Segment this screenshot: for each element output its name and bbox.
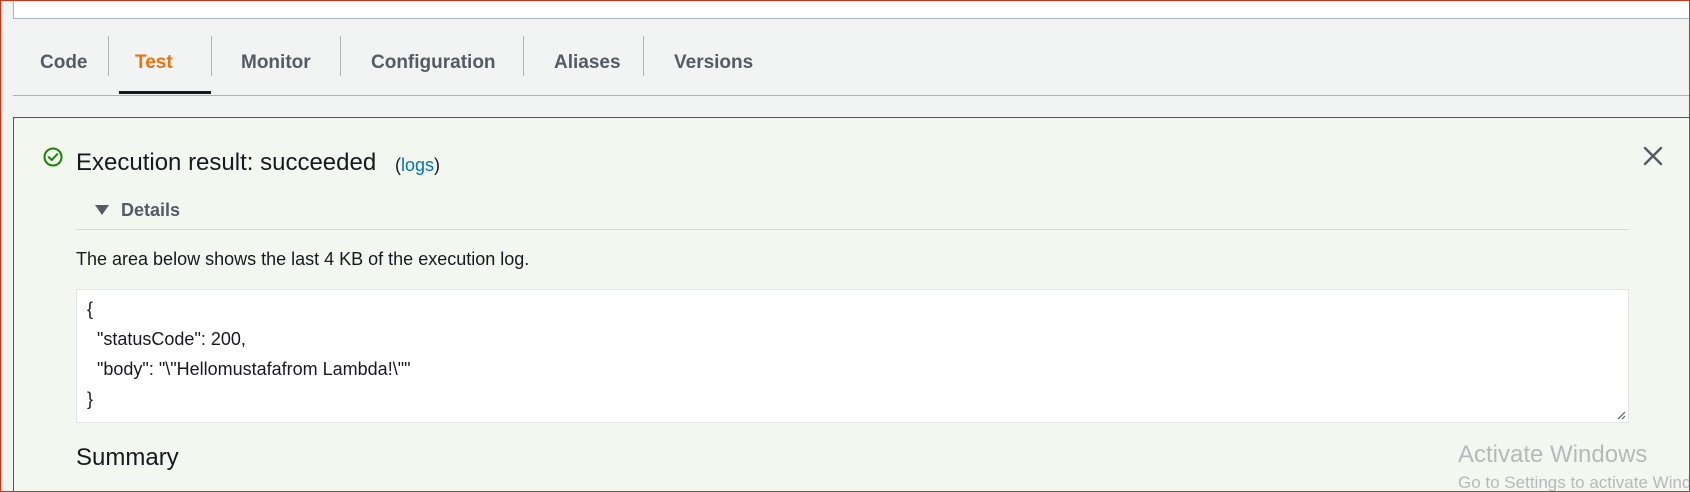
close-icon[interactable]	[1642, 145, 1664, 167]
execution-result-panel: Execution result: succeeded (logs) Detai…	[13, 117, 1689, 491]
log-line: }	[87, 389, 94, 409]
log-line: "statusCode": 200,	[87, 329, 246, 349]
tab-separator	[108, 36, 109, 76]
tab-monitor[interactable]: Monitor	[241, 31, 311, 95]
activate-windows-title: Activate Windows	[1458, 441, 1648, 468]
tab-separator	[643, 36, 644, 76]
log-line: "body": "\"Hellomustafafrom Lambda!\""	[87, 359, 411, 379]
caret-down-icon	[95, 205, 109, 215]
tab-separator	[523, 36, 524, 76]
activate-windows-subtitle: Go to Settings to activate Windows.	[1458, 473, 1690, 492]
execution-result-title: Execution result: succeeded	[76, 149, 377, 176]
active-tab-indicator	[119, 91, 211, 94]
logs-paren-close: )	[434, 155, 441, 175]
summary-heading: Summary	[76, 444, 179, 471]
log-line: {	[87, 299, 94, 319]
resize-handle-icon[interactable]	[1616, 410, 1626, 420]
tab-test[interactable]: Test	[135, 31, 173, 95]
success-check-icon	[43, 147, 63, 167]
details-toggle[interactable]: Details	[84, 198, 180, 222]
execution-log-textarea[interactable]: { "statusCode": 200, "body": "\"Hellomus…	[76, 289, 1629, 423]
divider	[76, 229, 1629, 230]
function-tabs: Code Test Monitor Configuration Aliases …	[13, 31, 1689, 96]
tab-aliases[interactable]: Aliases	[554, 31, 621, 95]
tab-versions[interactable]: Versions	[674, 31, 753, 95]
log-info-text: The area below shows the last 4 KB of th…	[76, 249, 530, 269]
lambda-console-frame: Code Test Monitor Configuration Aliases …	[0, 0, 1690, 492]
top-panel-edge	[13, 1, 1689, 19]
tab-configuration[interactable]: Configuration	[371, 31, 496, 95]
tab-separator	[211, 36, 212, 76]
logs-link[interactable]: logs	[401, 155, 434, 175]
tab-code[interactable]: Code	[40, 31, 88, 95]
logs-link-group: (logs)	[395, 155, 440, 176]
tab-separator	[340, 36, 341, 76]
details-label: Details	[121, 199, 181, 220]
